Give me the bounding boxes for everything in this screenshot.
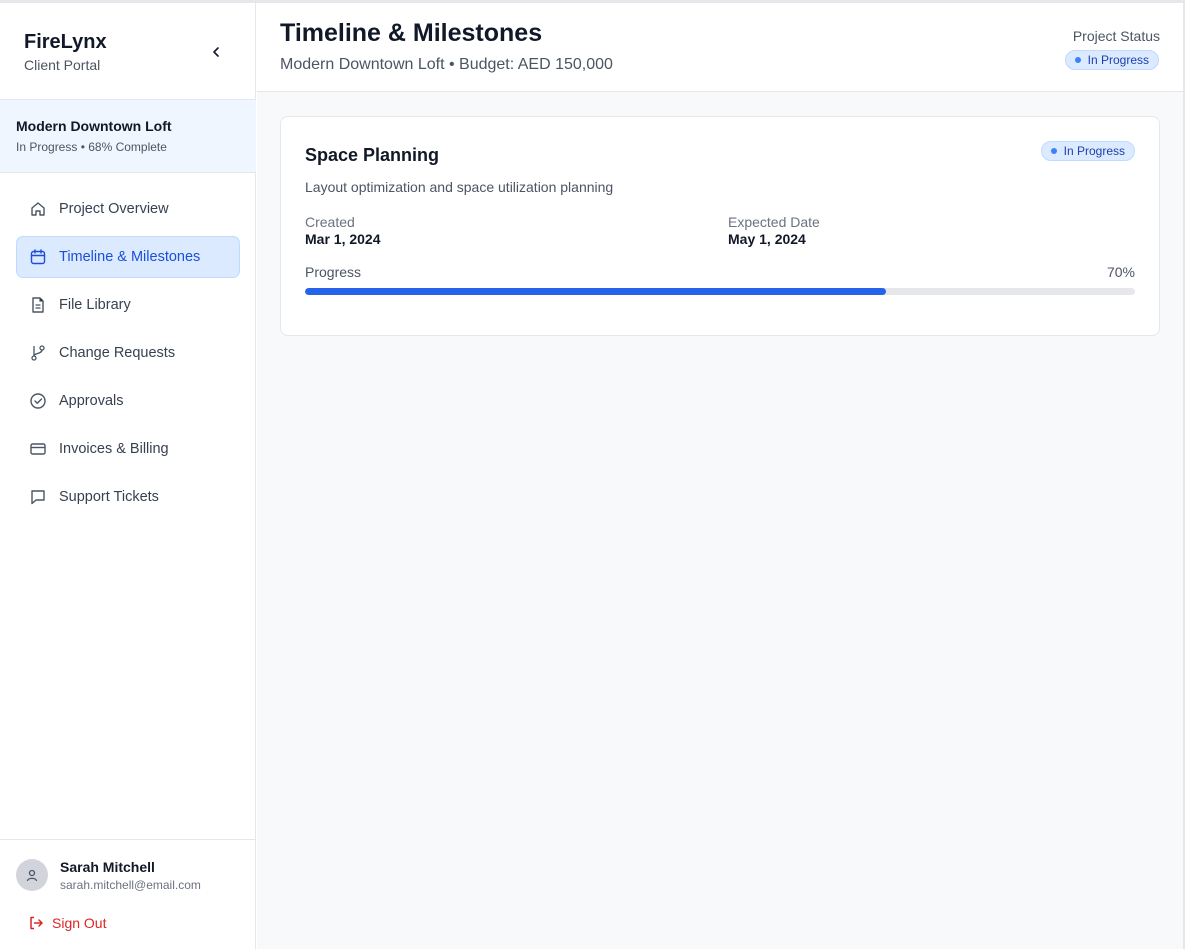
sidebar-item-file-library[interactable]: File Library: [16, 284, 240, 326]
sidebar-item-label: File Library: [59, 297, 131, 313]
sidebar-item-change-requests[interactable]: Change Requests: [16, 332, 240, 374]
collapse-sidebar-button[interactable]: [205, 41, 227, 63]
sidebar-item-label: Timeline & Milestones: [59, 249, 201, 265]
sidebar-item-label: Approvals: [59, 393, 124, 409]
user-name: Sarah Mitchell: [60, 859, 155, 875]
home-icon: [29, 200, 47, 218]
milestone-status-badge: In Progress: [1040, 141, 1135, 161]
expected-date-label: Expected Date: [728, 214, 820, 230]
file-icon: [29, 296, 47, 314]
project-name: Modern Downtown Loft: [16, 118, 172, 134]
avatar: [16, 859, 48, 891]
milestone-card[interactable]: Space Planning In Progress Layout optimi…: [280, 116, 1160, 336]
brand-subtitle: Client Portal: [24, 57, 101, 73]
project-status-label: Project Status: [1072, 28, 1160, 44]
user-email: sarah.mitchell@email.com: [60, 878, 201, 892]
project-status-badge: In Progress: [1064, 50, 1159, 70]
status-badge-label: In Progress: [1087, 53, 1149, 67]
created-value: Mar 1, 2024: [305, 231, 381, 247]
progress-bar: [305, 288, 1135, 295]
calendar-icon: [29, 248, 47, 266]
logout-icon: [28, 915, 44, 931]
progress-bar-fill: [305, 288, 886, 295]
sidebar-item-support-tickets[interactable]: Support Tickets: [16, 476, 240, 518]
message-icon: [29, 488, 47, 506]
sidebar: FireLynx Client Portal Modern Downtown L…: [0, 3, 256, 949]
main-content: Timeline & Milestones Modern Downtown Lo…: [257, 3, 1183, 949]
chevron-left-icon: [213, 47, 219, 57]
user-panel: Sarah Mitchell sarah.mitchell@email.com …: [0, 839, 256, 949]
sidebar-item-label: Invoices & Billing: [59, 441, 169, 457]
page-subtitle: Modern Downtown Loft • Budget: AED 150,0…: [280, 56, 613, 73]
sign-out-label: Sign Out: [52, 915, 107, 931]
sidebar-item-invoices-billing[interactable]: Invoices & Billing: [16, 428, 240, 470]
page-header: Timeline & Milestones Modern Downtown Lo…: [257, 3, 1183, 92]
sidebar-item-label: Change Requests: [59, 345, 176, 361]
progress-label: Progress: [305, 264, 362, 280]
brand-name: FireLynx: [24, 31, 107, 53]
status-dot-icon: [1074, 57, 1081, 63]
current-project-summary: Modern Downtown Loft In Progress • 68% C…: [0, 99, 256, 173]
user-icon: [26, 869, 38, 882]
git-branch-icon: [29, 344, 47, 362]
page-title: Timeline & Milestones: [280, 19, 543, 47]
milestone-description: Layout optimization and space utilizatio…: [305, 179, 614, 195]
check-circle-icon: [29, 392, 47, 410]
sidebar-nav: Project Overview Timeline & Milestones F…: [16, 188, 240, 524]
status-dot-icon: [1050, 148, 1057, 154]
progress-percent: 70%: [1106, 264, 1135, 280]
sidebar-item-timeline-milestones[interactable]: Timeline & Milestones: [16, 236, 240, 278]
sidebar-item-project-overview[interactable]: Project Overview: [16, 188, 240, 230]
created-label: Created: [305, 214, 355, 230]
brand: FireLynx Client Portal: [24, 30, 107, 73]
sidebar-item-label: Support Tickets: [59, 489, 159, 505]
sidebar-item-approvals[interactable]: Approvals: [16, 380, 240, 422]
milestone-title: Space Planning: [305, 145, 440, 165]
status-badge-label: In Progress: [1063, 144, 1125, 158]
credit-card-icon: [29, 440, 47, 458]
app-root: FireLynx Client Portal Modern Downtown L…: [0, 0, 1185, 949]
expected-date-value: May 1, 2024: [728, 231, 806, 247]
sign-out-button[interactable]: Sign Out: [28, 915, 106, 931]
project-meta: In Progress • 68% Complete: [16, 140, 167, 154]
sidebar-item-label: Project Overview: [59, 201, 169, 217]
